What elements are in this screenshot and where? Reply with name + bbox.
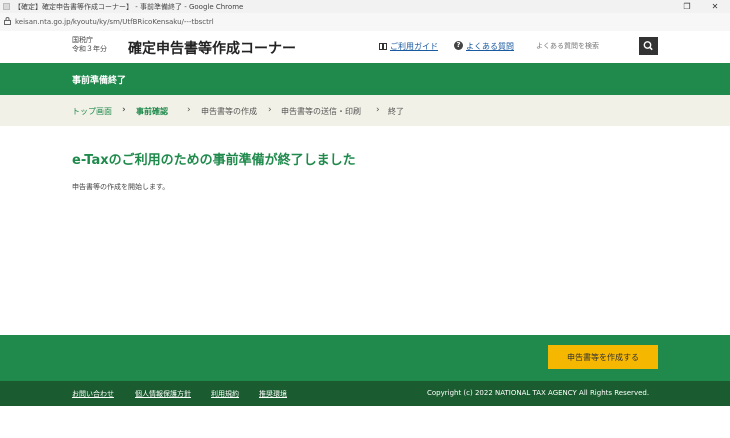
org-label: 国税庁 令和３年分 bbox=[72, 36, 107, 54]
url-text[interactable]: keisan.nta.go.jp/kyoutu/ky/sm/UtfBRicoKe… bbox=[15, 18, 214, 26]
chevron-right-icon: › bbox=[187, 105, 191, 115]
footer-link-terms[interactable]: 利用規約 bbox=[211, 389, 239, 399]
faq-link[interactable]: よくある質問 bbox=[454, 41, 514, 52]
footer-link-privacy[interactable]: 個人情報保護方針 bbox=[135, 389, 191, 399]
window-title: 【確定】確定申告書等作成コーナー】 - 事前準備終了 - Google Chro… bbox=[14, 3, 244, 11]
address-bar[interactable]: keisan.nta.go.jp/kyoutu/ky/sm/UtfBRicoKe… bbox=[0, 13, 730, 32]
footer-link-contact[interactable]: お問い合わせ bbox=[72, 389, 114, 399]
completion-message: 申告書等の作成を開始します。 bbox=[72, 183, 170, 191]
faq-search-input[interactable] bbox=[534, 37, 638, 55]
breadcrumb-send-print: 申告書等の送信・印刷 bbox=[281, 107, 361, 116]
restore-window-icon[interactable]: ❐ bbox=[676, 0, 698, 13]
breadcrumb-precheck: 事前確認 bbox=[136, 107, 168, 116]
site-info-icon[interactable] bbox=[4, 17, 11, 25]
chevron-right-icon: › bbox=[376, 105, 380, 115]
close-window-icon[interactable]: ✕ bbox=[704, 0, 726, 13]
search-button[interactable] bbox=[639, 37, 658, 55]
breadcrumb-create: 申告書等の作成 bbox=[201, 107, 257, 116]
copyright: Copyright (c) 2022 NATIONAL TAX AGENCY A… bbox=[427, 389, 650, 397]
site-title[interactable]: 確定申告書等作成コーナー bbox=[128, 38, 296, 58]
breadcrumb-end: 終了 bbox=[388, 107, 404, 116]
browser-title-bar: 【確定】確定申告書等作成コーナー】 - 事前準備終了 - Google Chro… bbox=[0, 0, 730, 13]
create-return-button[interactable]: 申告書等を作成する bbox=[548, 345, 658, 369]
page-title-bar: 事前準備終了 bbox=[0, 63, 730, 95]
tax-year: 令和３年分 bbox=[72, 45, 107, 53]
user-guide-link[interactable]: ご利用ガイド bbox=[379, 41, 438, 52]
site-footer: お問い合わせ 個人情報保護方針 利用規約 推奨環境 Copyright (c) … bbox=[0, 381, 730, 406]
footer-link-environment[interactable]: 推奨環境 bbox=[259, 389, 287, 399]
chevron-right-icon: › bbox=[268, 105, 272, 115]
search-icon bbox=[643, 41, 653, 51]
chevron-right-icon: › bbox=[122, 105, 126, 115]
breadcrumb: トップ画面 › 事前確認 › 申告書等の作成 › 申告書等の送信・印刷 › 終了 bbox=[0, 95, 730, 126]
org-name: 国税庁 bbox=[72, 36, 93, 44]
page-favicon-icon bbox=[3, 3, 10, 10]
page-title: 事前準備終了 bbox=[72, 76, 127, 86]
completion-heading: e-Taxのご利用のための事前準備が終了しました bbox=[72, 153, 356, 168]
breadcrumb-top[interactable]: トップ画面 bbox=[72, 106, 112, 117]
